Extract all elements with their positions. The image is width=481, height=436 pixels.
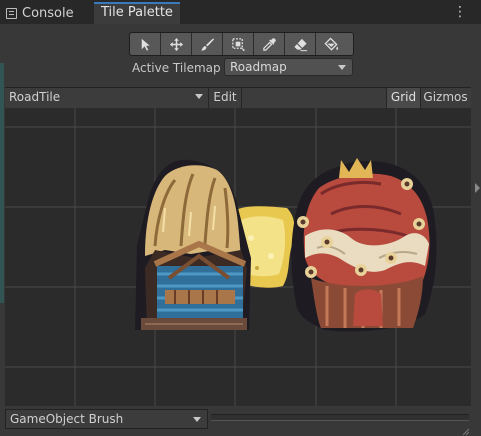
console-icon xyxy=(6,7,17,19)
red-hut-tile[interactable] xyxy=(291,158,437,332)
box-fill-tool-button[interactable] xyxy=(223,33,254,55)
palette-toolbar: RoadTile Edit Grid Gizmos xyxy=(5,87,471,109)
paint-tool-button[interactable] xyxy=(192,33,223,55)
grid-toggle[interactable]: Grid xyxy=(386,88,421,108)
more-options-icon[interactable]: ⋮ xyxy=(453,4,467,20)
move-tool-button[interactable] xyxy=(161,33,192,55)
palette-dropdown[interactable]: RoadTile xyxy=(5,88,209,108)
box-fill-icon xyxy=(231,37,245,51)
eyedropper-icon xyxy=(262,37,276,51)
gizmos-toggle[interactable]: Gizmos xyxy=(420,88,471,108)
eraser-icon xyxy=(293,38,307,51)
tab-console[interactable]: Console xyxy=(6,3,90,23)
tab-console-label: Console xyxy=(22,5,74,21)
resize-grip-icon[interactable] xyxy=(462,428,470,436)
brush-slider-track[interactable] xyxy=(211,414,469,421)
chevron-down-icon xyxy=(193,417,201,422)
arrow-icon xyxy=(141,38,150,51)
active-tilemap-value: Roadmap xyxy=(230,60,287,74)
brush-icon xyxy=(200,37,214,51)
active-tilemap-dropdown[interactable]: Roadmap xyxy=(224,58,353,76)
brush-value: GameObject Brush xyxy=(10,412,124,426)
erase-tool-button[interactable] xyxy=(285,33,316,55)
tool-group xyxy=(129,32,354,56)
collapse-arrow-icon[interactable] xyxy=(475,183,480,193)
active-tilemap-label: Active Tilemap xyxy=(132,61,221,75)
chevron-down-icon xyxy=(195,94,203,99)
picker-tool-button[interactable] xyxy=(254,33,285,55)
move-arrows-icon xyxy=(169,37,183,51)
select-tool-button[interactable] xyxy=(130,33,161,55)
tab-tile-palette[interactable]: Tile Palette xyxy=(94,2,180,24)
brush-dropdown[interactable]: GameObject Brush xyxy=(5,409,208,429)
chevron-down-icon xyxy=(338,65,346,70)
palette-name: RoadTile xyxy=(9,90,61,104)
left-edge-strip xyxy=(0,63,4,303)
tab-strip: Console Tile Palette ⋮ xyxy=(0,0,481,24)
thatched-hut-tile[interactable] xyxy=(135,159,251,330)
palette-canvas[interactable] xyxy=(5,108,471,406)
palette-grid xyxy=(5,108,471,406)
flood-fill-tool-button[interactable] xyxy=(316,33,347,55)
edit-button[interactable]: Edit xyxy=(208,88,242,108)
paint-bucket-icon xyxy=(324,36,339,51)
